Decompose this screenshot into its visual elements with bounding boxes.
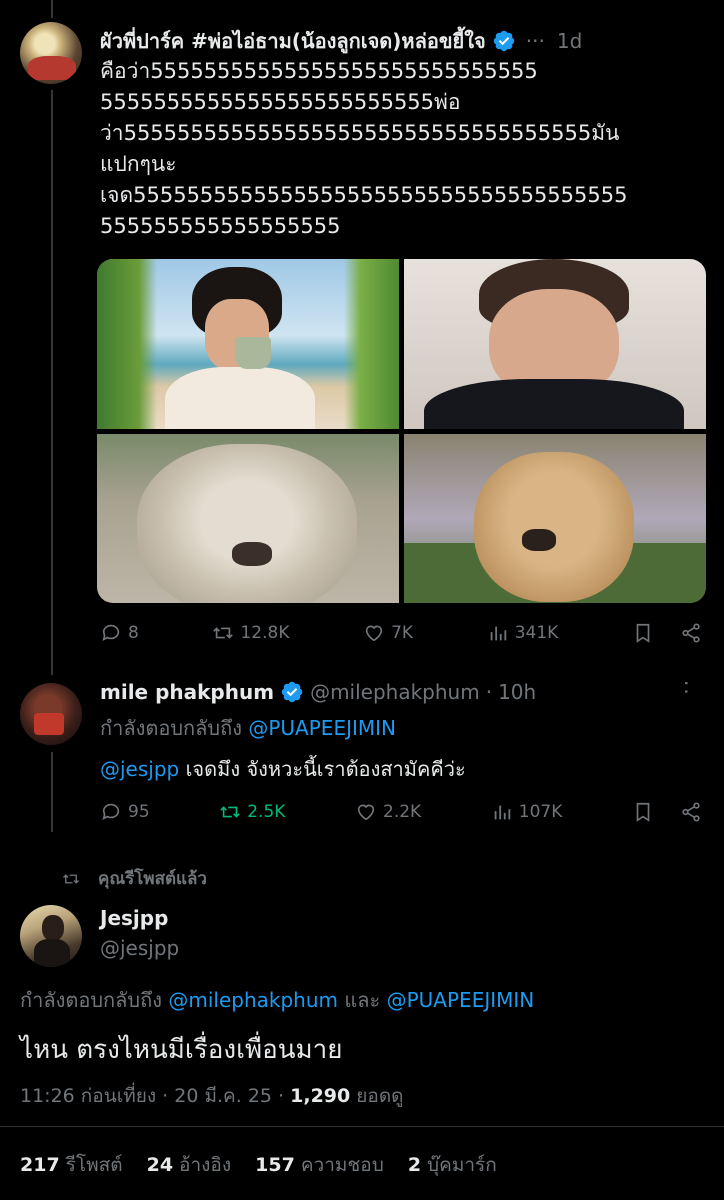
timestamp-row: 11:26 ก่อนเที่ยง · 20 มี.ค. 25 · 1,290 ย… xyxy=(20,1081,404,1112)
handle[interactable]: @jesjpp xyxy=(100,936,179,960)
tweet2-actions: 95 2.5K 2.2K 107K xyxy=(100,801,702,823)
heart-icon xyxy=(365,625,383,642)
mention-link[interactable]: @PUAPEEJIMIN xyxy=(248,716,396,740)
more-menu-icon[interactable]: ·· xyxy=(674,680,698,697)
thread-line-1 xyxy=(51,90,53,675)
avatar[interactable] xyxy=(20,905,82,967)
share-icon[interactable] xyxy=(680,622,702,644)
repost-button[interactable]: 2.5K xyxy=(219,801,285,823)
bookmark-icon[interactable] xyxy=(632,801,654,823)
stat-label: รีโพสต์ xyxy=(65,1154,123,1176)
tweet-text: คือว่า55555555555555555555555555555 5555… xyxy=(100,56,627,242)
photo-puppy[interactable] xyxy=(404,433,706,603)
reply-icon xyxy=(102,624,120,641)
photo-lion[interactable] xyxy=(97,433,399,603)
stat-label: ความชอบ xyxy=(300,1154,384,1176)
like-count: 7K xyxy=(391,623,414,643)
views-chart-icon xyxy=(490,626,506,641)
media-grid xyxy=(97,259,706,603)
stat-likes[interactable]: 157 ความชอบ xyxy=(255,1154,402,1176)
mention-link[interactable]: @milephakphum xyxy=(168,988,338,1012)
verified-badge-icon xyxy=(281,681,303,703)
view-label: ยอดดู xyxy=(356,1085,404,1107)
handle[interactable]: @milephakphum xyxy=(310,680,480,704)
tweet1-header: ผัวพี่ปาร์ค #พ่อไอ่ธาม(น้องลูกเจด)หล่อขย… xyxy=(100,25,582,57)
stat-bookmarks[interactable]: 2 บุ๊คมาร์ก xyxy=(408,1154,515,1176)
views-button[interactable]: 107K xyxy=(491,801,563,823)
text-line: 555555555555555555 xyxy=(100,214,341,238)
and-text: และ xyxy=(344,988,381,1012)
stat-label: อ้างอิง xyxy=(179,1154,232,1176)
divider xyxy=(0,1126,724,1127)
text-line: แปกๆนะ xyxy=(100,152,177,176)
time-date[interactable]: 11:26 ก่อนเที่ยง · 20 มี.ค. 25 · xyxy=(20,1085,284,1107)
repost-icon xyxy=(63,873,79,884)
thread-line-top xyxy=(51,0,53,18)
stat-label: บุ๊คมาร์ก xyxy=(427,1154,497,1176)
stat-count: 24 xyxy=(146,1154,174,1176)
views-count: 341K xyxy=(514,623,559,643)
main-handle-row: @jesjpp xyxy=(100,936,179,960)
like-button[interactable]: 7K xyxy=(363,622,413,644)
timestamp[interactable]: 1d xyxy=(557,29,582,53)
repost-count: 12.8K xyxy=(240,623,290,643)
tweet-body: เจดมึง จังหวะนี้เราต้องสามัคคีว่ะ xyxy=(185,757,466,781)
like-count: 2.2K xyxy=(383,802,422,822)
reply-count: 95 xyxy=(128,802,150,822)
share-icon[interactable] xyxy=(680,801,702,823)
bookmark-icon[interactable] xyxy=(632,622,654,644)
thread-line-2 xyxy=(51,752,53,832)
tweet-text: ไหน ตรงไหนมีเรื่องเพื่อนมาย xyxy=(20,1035,343,1065)
repost-icon xyxy=(213,627,234,639)
views-count: 107K xyxy=(518,802,563,822)
reply-button[interactable]: 8 xyxy=(100,622,139,644)
replying-to: กำลังตอบกลับถึง @PUAPEEJIMIN xyxy=(100,713,396,744)
replying-prefix: กำลังตอบกลับถึง xyxy=(100,716,242,740)
repost-indicator: คุณรีโพสต์แล้ว xyxy=(62,865,207,892)
display-name[interactable]: Jesjpp xyxy=(100,906,168,930)
tweet1-actions: 8 12.8K 7K 341K xyxy=(100,622,702,644)
tweet-text: @jesjpp เจดมึง จังหวะนี้เราต้องสามัคคีว่… xyxy=(100,754,466,785)
engagement-stats: 217 รีโพสต์ 24 อ้างอิง 157 ความชอบ 2 บุ๊คมาร… xyxy=(20,1150,515,1180)
heart-icon xyxy=(357,804,375,821)
like-button[interactable]: 2.2K xyxy=(355,801,421,823)
separator-dot: · xyxy=(485,680,493,704)
more-dots[interactable]: ··· xyxy=(526,29,545,53)
stat-count: 217 xyxy=(20,1154,60,1176)
views-chart-icon xyxy=(494,805,511,820)
photo-man-puffed[interactable] xyxy=(404,259,706,429)
avatar[interactable] xyxy=(20,683,82,745)
views-button[interactable]: 341K xyxy=(487,622,559,644)
repost-button[interactable]: 12.8K xyxy=(212,622,289,644)
stat-quotes[interactable]: 24 อ้างอิง xyxy=(147,1154,250,1176)
repost-icon xyxy=(220,806,240,818)
timestamp[interactable]: 10h xyxy=(498,680,536,704)
reply-icon xyxy=(102,803,120,820)
mention-link[interactable]: @PUAPEEJIMIN xyxy=(387,988,535,1012)
stat-count: 157 xyxy=(255,1154,295,1176)
text-line: เจด5555555555555555555555555555555555555 xyxy=(100,183,628,207)
replying-prefix: กำลังตอบกลับถึง xyxy=(20,988,162,1012)
avatar[interactable] xyxy=(20,22,82,84)
mention-link[interactable]: @jesjpp xyxy=(100,757,179,781)
text-line: 5555555555555555555555555พ่อ xyxy=(100,90,461,114)
repost-label: คุณรีโพสต์แล้ว xyxy=(98,869,207,889)
display-name[interactable]: ผัวพี่ปาร์ค #พ่อไอ่ธาม(น้องลูกเจด)หล่อขย… xyxy=(100,25,486,57)
stat-reposts[interactable]: 217 รีโพสต์ xyxy=(20,1154,141,1176)
display-name[interactable]: mile phakphum xyxy=(100,680,274,704)
photo-man-coffee[interactable] xyxy=(97,259,399,429)
stat-count: 2 xyxy=(407,1154,422,1176)
view-count: 1,290 xyxy=(290,1085,351,1107)
main-header: Jesjpp xyxy=(100,906,168,930)
replying-to: กำลังตอบกลับถึง @milephakphum และ @PUAPE… xyxy=(20,985,534,1016)
tweet2-header: mile phakphum @milephakphum · 10h xyxy=(100,680,536,704)
text-line: คือว่า55555555555555555555555555555 xyxy=(100,59,538,83)
reply-button[interactable]: 95 xyxy=(100,801,150,823)
verified-badge-icon xyxy=(493,30,515,52)
repost-count: 2.5K xyxy=(247,802,286,822)
reply-count: 8 xyxy=(128,623,139,643)
text-line: ว่า55555555555555555555555555555555555มั… xyxy=(100,121,620,145)
